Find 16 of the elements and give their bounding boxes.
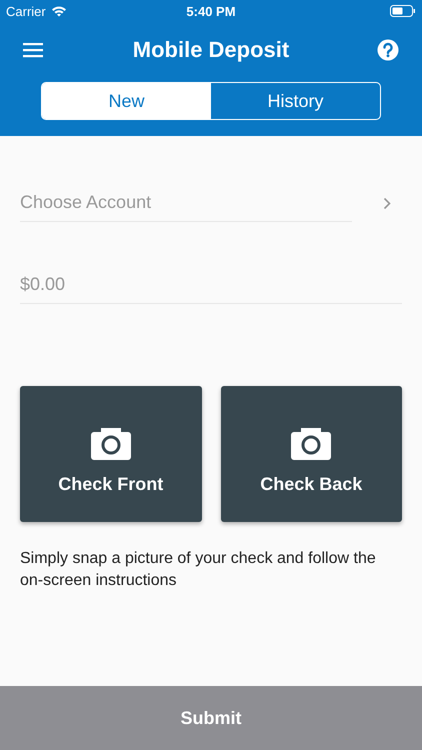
segment-tab[interactable]: New	[42, 83, 211, 119]
carrier-name: Carrier	[6, 4, 46, 18]
capture-button[interactable]: Check Front	[20, 386, 202, 522]
screen-title: Mobile Deposit	[132, 37, 290, 63]
chevron-icon	[383, 196, 391, 210]
segment-tab[interactable]: History	[211, 83, 380, 119]
battery-icon	[390, 5, 416, 17]
account-field[interactable]: Choose Account	[20, 184, 352, 222]
menu-icon[interactable]	[23, 42, 45, 58]
help-icon[interactable]	[376, 39, 399, 61]
capture-button[interactable]: Check Back	[220, 386, 402, 522]
clock-time: 5:40 PM	[186, 4, 236, 18]
submit-button[interactable]: Submit	[0, 686, 422, 750]
instructions-text: Simply snap a picture of your check and follow the on-screen instructions	[20, 549, 377, 591]
wifi-icon	[50, 5, 67, 17]
amount-field[interactable]: $0.00	[20, 266, 402, 304]
